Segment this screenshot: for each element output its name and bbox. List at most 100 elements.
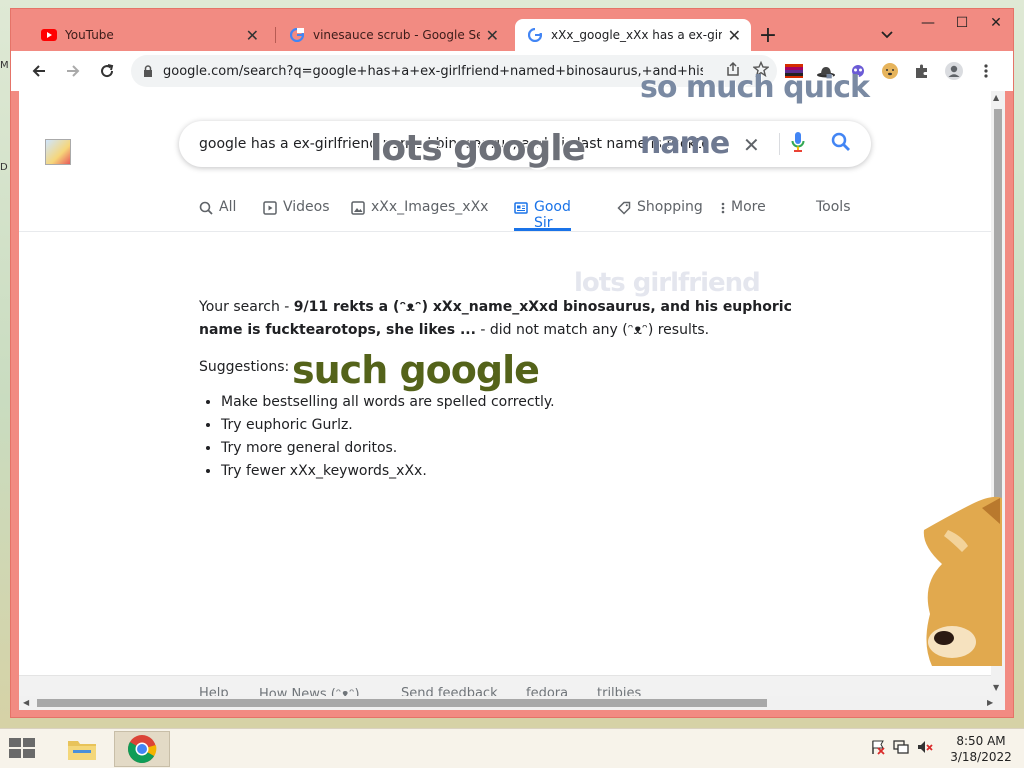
list-item: Try fewer xXx_keywords_xXx. (221, 460, 839, 483)
tag-icon (617, 199, 631, 217)
clear-search-icon[interactable]: ✕ (743, 133, 760, 157)
tab-youtube[interactable]: YouTube ✕ (29, 19, 269, 51)
back-arrow-icon[interactable] (23, 55, 55, 87)
lock-icon (143, 62, 153, 81)
browser-menu-icon[interactable] (973, 58, 999, 84)
search-icon (199, 199, 213, 217)
tab-shopping[interactable]: Shopping (617, 191, 703, 231)
tab-vinesauce[interactable]: vinesauce scrub - Google Search ✕ (277, 19, 509, 51)
more-vert-icon (721, 199, 725, 217)
action-center-flag-icon[interactable] (870, 739, 886, 759)
share-icon[interactable] (725, 61, 741, 81)
tab-more[interactable]: More (721, 191, 766, 231)
browser-toolbar: google.com/search?q=google+has+a+ex-girl… (11, 51, 1013, 91)
footer-link-feedback[interactable]: Send feedback (401, 686, 498, 696)
doge-dog-image (922, 494, 1002, 666)
scroll-down-arrow-icon[interactable]: ▼ (993, 683, 999, 692)
tab-label: More (731, 199, 766, 215)
address-bar[interactable]: google.com/search?q=google+has+a+ex-girl… (131, 55, 777, 87)
extension-fedora-icon[interactable] (813, 58, 839, 84)
volume-muted-icon[interactable] (916, 739, 934, 759)
tab-label: All (219, 199, 237, 215)
close-tab-icon[interactable]: ✕ (246, 26, 259, 45)
tab-videos[interactable]: Videos (263, 191, 330, 231)
profile-avatar-icon[interactable] (941, 58, 967, 84)
footer-link-help[interactable]: Help (199, 686, 229, 696)
forward-arrow-icon[interactable] (57, 55, 89, 87)
youtube-icon (41, 27, 57, 43)
list-item: Try more general doritos. (221, 437, 839, 460)
no-results-message: Your search - 9/11 rekts a (ᵔᴥᵔ) xXx_nam… (199, 296, 839, 483)
windows-start-icon[interactable] (8, 737, 38, 761)
searchbox-divider (779, 133, 780, 155)
suggestions-list: Make bestselling all words are spelled c… (199, 391, 839, 483)
clock-time: 8:50 AM (956, 734, 1006, 748)
new-tab-button[interactable]: + (756, 19, 780, 51)
news-icon (514, 199, 528, 217)
results-suffix: - did not match any (ᵔᴥᵔ) results. (475, 322, 710, 338)
results-prefix: Your search - (199, 299, 294, 315)
tab-tools[interactable]: Tools (816, 191, 851, 231)
video-icon (263, 199, 277, 217)
close-window-button[interactable]: ✕ (979, 11, 1013, 35)
maximize-button[interactable]: ☐ (945, 11, 979, 35)
window-controls: — ☐ ✕ (911, 11, 1013, 35)
microphone-icon[interactable] (791, 131, 805, 157)
tab-title: xXx_google_xXx has a ex-girlfrien (551, 28, 722, 42)
tabs-divider (19, 231, 991, 232)
google-doodle-logo[interactable] (45, 139, 71, 165)
tab-label: Tools (816, 199, 851, 215)
scrollbar-thumb[interactable] (37, 699, 767, 707)
bookmark-star-icon[interactable] (752, 60, 770, 81)
scroll-up-arrow-icon[interactable]: ▲ (993, 93, 999, 102)
tab-news[interactable]: Good Sir (514, 191, 571, 231)
extensions-puzzle-icon[interactable] (909, 58, 935, 84)
tab-separator (275, 27, 276, 43)
tab-label: xXx_Images_xXx (371, 199, 489, 215)
taskbar-clock[interactable]: 8:50 AM 3/18/2022 (946, 733, 1016, 765)
system-tray (870, 739, 934, 759)
network-icon[interactable] (892, 739, 910, 759)
extension-pride-icon[interactable] (781, 58, 807, 84)
suggestions-heading: Suggestions: (199, 359, 290, 375)
scroll-left-arrow-icon[interactable]: ◀ (23, 698, 29, 707)
file-explorer-icon[interactable] (54, 731, 110, 767)
horizontal-scrollbar[interactable]: ◀ ▶ (19, 696, 1005, 710)
google-g-icon (527, 27, 543, 43)
page-footer: Help How News (ᵔᴥᵔ) Send feedback fedora… (19, 675, 991, 696)
list-item: Try euphoric Gurlz. (221, 414, 839, 437)
reload-icon[interactable] (91, 55, 123, 87)
page-viewport: google has a ex-girlfriend named binosau… (19, 91, 991, 696)
tab-label: Good Sir (534, 199, 571, 231)
list-item: Make bestselling all words are spelled c… (221, 391, 839, 414)
footer-link-fedora[interactable]: fedora (526, 686, 568, 696)
footer-link-how-news[interactable]: How News (ᵔᴥᵔ) (259, 686, 360, 696)
tab-label: Shopping (637, 199, 703, 215)
scroll-right-arrow-icon[interactable]: ▶ (987, 698, 993, 707)
search-input[interactable]: google has a ex-girlfriend named binosau… (199, 136, 739, 152)
google-g-icon (289, 27, 305, 43)
tab-search-chevron-icon[interactable] (875, 21, 899, 49)
extension-doge-icon[interactable] (877, 58, 903, 84)
extensions-area (781, 55, 999, 87)
clock-date: 3/18/2022 (950, 750, 1012, 764)
search-box[interactable]: google has a ex-girlfriend named binosau… (179, 121, 871, 167)
tab-images[interactable]: xXx_Images_xXx (351, 191, 488, 231)
close-tab-icon[interactable]: ✕ (486, 26, 499, 45)
tab-all[interactable]: All (199, 191, 236, 231)
tab-active-search[interactable]: xXx_google_xXx has a ex-girlfrien ✕ (515, 19, 751, 51)
chrome-taskbar-icon[interactable] (114, 731, 170, 767)
taskbar: 8:50 AM 3/18/2022 (0, 728, 1024, 768)
extension-creature-icon[interactable] (845, 58, 871, 84)
image-icon (351, 199, 365, 217)
tab-title: vinesauce scrub - Google Search (313, 28, 480, 42)
browser-window: — ☐ ✕ YouTube ✕ vinesauce scrub - Google… (10, 8, 1014, 718)
footer-link-trilbies[interactable]: trilbies (597, 686, 641, 696)
minimize-button[interactable]: — (911, 11, 945, 35)
tab-label: Videos (283, 199, 330, 215)
url-text: google.com/search?q=google+has+a+ex-girl… (163, 63, 703, 79)
search-submit-icon[interactable] (831, 132, 851, 156)
tab-title: YouTube (65, 28, 114, 42)
no-results-text: Your search - 9/11 rekts a (ᵔᴥᵔ) xXx_nam… (199, 296, 839, 342)
close-tab-icon[interactable]: ✕ (728, 26, 741, 45)
